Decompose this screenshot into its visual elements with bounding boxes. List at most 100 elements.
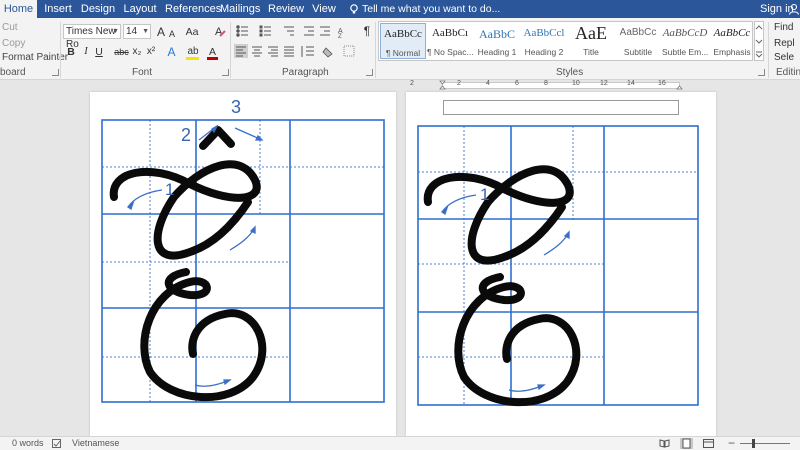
chevron-down-icon: ▼ [142,28,149,35]
font-name-combo[interactable]: Times New Ro ▼ [63,24,121,50]
style-emphasis[interactable]: AaBbCc Emphasis [709,23,755,59]
group-separator [60,22,61,78]
svg-text:A: A [215,26,223,38]
borders-icon [343,45,355,57]
cut-button[interactable]: Cut [2,22,18,33]
header-textbox[interactable] [443,100,679,115]
ruler-number: 8 [544,80,548,87]
replace-button[interactable]: Repl [774,38,795,49]
tab-design[interactable]: Design [80,0,116,18]
tell-me-search[interactable]: Tell me what you want to do... [362,0,500,18]
select-button[interactable]: Sele [774,52,794,63]
stroke-number: 2 [181,125,191,145]
read-mode-icon[interactable] [658,438,671,449]
tab-layout[interactable]: Layout [122,0,158,18]
styles-launcher-icon[interactable] [758,69,765,76]
vertical-scrollbar[interactable] [788,90,800,436]
font-launcher-icon[interactable] [222,69,229,76]
tab-insert[interactable]: Insert [40,0,76,18]
style-title[interactable]: AaE Title [568,23,614,59]
tab-review[interactable]: Review [268,0,304,18]
numbering-icon [259,25,271,37]
clipboard-launcher-icon[interactable] [52,69,59,76]
clipboard-group-label: board [0,67,26,78]
grow-font-button[interactable]: A [155,24,167,40]
zoom-slider-track[interactable] [740,443,790,444]
style-sample: AaE [575,23,607,43]
show-formatting-button[interactable]: ¶ [362,23,372,39]
font-color-button[interactable]: A [206,44,219,60]
ruler-number: 4 [486,80,490,87]
font-color-swatch [207,57,218,60]
style-normal[interactable]: AaBbCc ¶ Normal [380,23,426,59]
style-name: ¶ Normal [385,48,421,58]
style-heading-2[interactable]: AaBbCcl Heading 2 [521,23,567,59]
ruler-number: 6 [515,80,519,87]
subscript-button[interactable]: x₂ [130,44,144,60]
text-effects-button[interactable]: A [165,44,178,60]
stroke-number: 1 [165,180,174,199]
status-bar: 0 words Vietnamese − [0,436,800,450]
ruler-number: 10 [572,80,580,87]
style-subtle-emphasis[interactable]: AaBbCcD Subtle Em... [662,23,708,59]
editing-group-label: Editin [776,67,800,78]
highlight-button[interactable]: ab [185,44,201,60]
font-size-combo[interactable]: 14 ▼ [123,24,151,39]
ruler-number: 2 [410,80,414,87]
decrease-indent-icon [304,26,314,36]
tab-mailings[interactable]: Mailings [220,0,260,18]
share-icon[interactable] [788,3,800,15]
stroke-number: 1 [480,185,489,204]
change-case-button[interactable]: Aa [184,24,200,40]
handwriting-grid-left: 1 2 3 [101,97,385,403]
font-size-value: 14 [126,26,138,37]
justify-icon [284,46,294,57]
bullets-icon [236,25,248,37]
letter-e-strokes [109,126,267,401]
zoom-out-button[interactable]: − [728,437,735,450]
strikethrough-button[interactable]: abc [113,44,130,60]
underline-button[interactable]: U [94,44,104,60]
chevron-down-icon: ▼ [112,28,119,35]
paragraph-launcher-icon[interactable] [366,69,373,76]
style-sample: AaBbC [479,27,515,41]
format-painter-button[interactable]: Format Painter [2,52,68,63]
page-left: 1 2 3 [90,92,396,436]
line-spacing-icon [301,46,314,57]
style-name: Title [583,47,599,57]
superscript-button[interactable]: x² [144,44,158,60]
bold-button[interactable]: B [66,44,76,60]
clear-formatting-icon[interactable]: A [214,24,226,40]
word-count[interactable]: 0 words [12,437,44,450]
shading-icon [322,47,333,58]
style-sample: AaBbCcl [523,27,565,39]
styles-gallery-scroll[interactable] [754,21,764,61]
tab-references[interactable]: References [165,0,221,18]
align-left-icon [234,44,248,58]
web-layout-icon[interactable] [702,438,715,449]
proofing-icon[interactable] [52,439,62,449]
tab-view[interactable]: View [310,0,338,18]
language-indicator[interactable]: Vietnamese [72,437,119,450]
find-button[interactable]: Find [774,22,793,33]
styles-group-label: Styles [556,67,584,78]
ruler-number: 2 [457,80,461,87]
horizontal-ruler: 2 2 4 6 8 10 12 14 16 [404,80,800,90]
paragraph-tools: AZ [234,25,355,58]
shrink-font-button[interactable]: A [167,26,177,42]
style-no-spacing[interactable]: AaBbCı ¶ No Spac... [427,23,473,59]
svg-text:Z: Z [338,34,342,40]
style-heading-1[interactable]: AaBbC Heading 1 [474,23,520,59]
copy-button[interactable]: Copy [2,38,25,49]
style-subtitle[interactable]: AaBbCc Subtitle [615,23,661,59]
group-separator [230,22,231,78]
style-sample: AaBbCc [619,27,657,38]
print-layout-icon[interactable] [680,438,693,449]
increase-indent-icon [320,26,330,36]
highlight-color-swatch [186,57,199,60]
zoom-slider-thumb[interactable] [752,439,755,448]
style-sample: AaBbCcD [662,27,708,39]
page-right: 1 [406,92,716,436]
italic-button[interactable]: I [81,44,91,60]
tab-home[interactable]: Home [0,0,37,18]
